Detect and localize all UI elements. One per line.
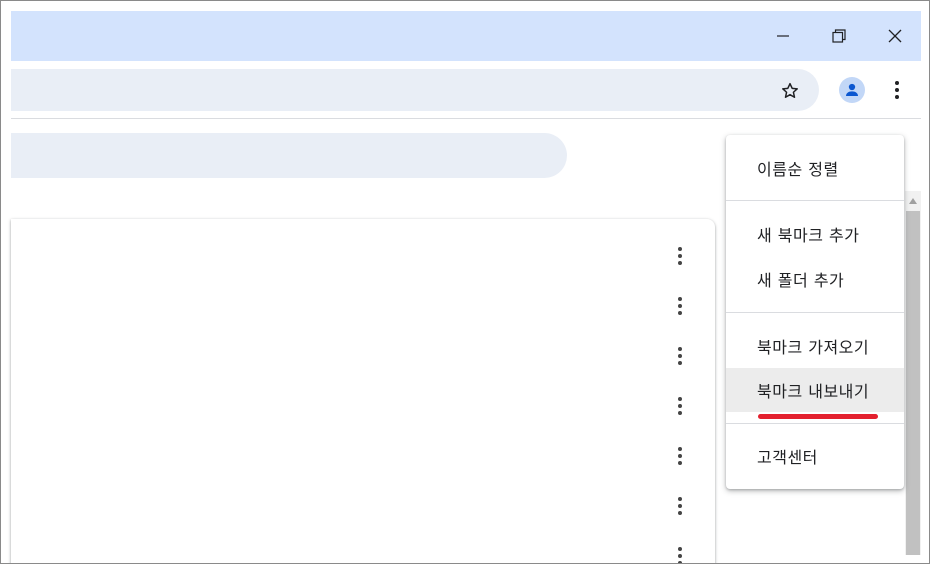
scrollbar-thumb[interactable] — [906, 211, 920, 555]
address-bar[interactable] — [11, 69, 819, 111]
bookmark-row-more-button[interactable] — [671, 293, 689, 319]
menu-item-help-center[interactable]: 고객센터 — [726, 434, 904, 478]
menu-item-sort-by-name[interactable]: 이름순 정렬 — [726, 146, 904, 190]
more-vert-icon — [678, 547, 682, 563]
minimize-icon — [777, 35, 789, 37]
menu-item-export-bookmarks[interactable]: 북마크 내보내기 — [726, 368, 904, 412]
restore-icon — [832, 29, 846, 43]
bookmark-row-more-button[interactable] — [671, 343, 689, 369]
more-vert-icon — [678, 397, 682, 415]
bookmark-row-more-button[interactable] — [671, 493, 689, 519]
bookmark-row-more-button[interactable] — [671, 443, 689, 469]
menu-item-add-bookmark[interactable]: 새 북마크 추가 — [726, 212, 904, 256]
more-vert-icon — [678, 347, 682, 365]
minimize-button[interactable] — [755, 11, 811, 61]
bookmark-row-more-button[interactable] — [671, 393, 689, 419]
bookmark-row-more-button[interactable] — [671, 243, 689, 269]
profile-button[interactable] — [839, 77, 865, 103]
more-vert-icon — [678, 447, 682, 465]
more-vert-icon — [895, 81, 899, 99]
browser-window: 이름순 정렬 새 북마크 추가 새 폴더 추가 북마크 가져오기 북마크 내보내… — [0, 0, 930, 564]
menu-item-import-bookmarks[interactable]: 북마크 가져오기 — [726, 324, 904, 368]
menu-divider — [726, 200, 904, 201]
menu-item-add-folder[interactable]: 새 폴더 추가 — [726, 257, 904, 301]
title-bar — [11, 11, 921, 61]
scroll-up-arrow-icon — [909, 198, 917, 204]
close-icon — [888, 29, 902, 43]
star-icon — [782, 82, 798, 98]
more-vert-icon — [678, 497, 682, 515]
bookmark-star-button[interactable] — [777, 78, 803, 104]
scroll-up-button[interactable] — [905, 191, 921, 211]
more-vert-icon — [678, 297, 682, 315]
bookmark-search-input[interactable] — [11, 133, 567, 178]
more-vert-icon — [678, 247, 682, 265]
person-icon — [846, 83, 858, 96]
restore-button[interactable] — [811, 11, 867, 61]
bookmark-list — [11, 219, 715, 563]
menu-divider — [726, 423, 904, 424]
browser-toolbar — [11, 61, 921, 119]
bookmark-row-more-button[interactable] — [671, 543, 689, 563]
bookmark-manager-menu: 이름순 정렬 새 북마크 추가 새 폴더 추가 북마크 가져오기 북마크 내보내… — [726, 135, 904, 489]
browser-menu-button[interactable] — [887, 78, 907, 102]
scrollbar[interactable] — [905, 191, 921, 555]
highlight-underline — [758, 414, 878, 419]
close-window-button[interactable] — [867, 11, 923, 61]
menu-divider — [726, 312, 904, 313]
